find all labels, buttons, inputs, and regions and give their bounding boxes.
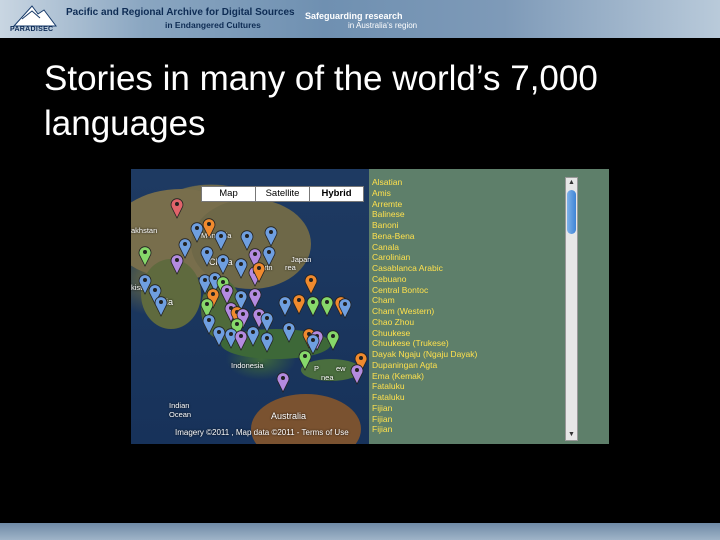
label-australia: Australia — [271, 411, 307, 421]
blue-map-marker-icon[interactable] — [246, 325, 260, 347]
language-list-item[interactable]: Balinese — [372, 209, 564, 220]
green-map-marker-icon[interactable] — [320, 295, 334, 317]
blue-map-marker-icon[interactable] — [338, 297, 352, 319]
language-list-item[interactable]: Dayak Ngaju (Ngaju Dayak) — [372, 349, 564, 360]
language-list-item[interactable]: Casablanca Arabic — [372, 263, 564, 274]
label-indonesia: Indonesia — [231, 361, 264, 370]
language-list[interactable]: Alsatian Amis Arremte Balinese Banoni Bena-Be… — [372, 177, 564, 441]
language-list-item[interactable]: Fataluku — [372, 381, 564, 392]
satellite-map[interactable]: Map Satellite Hybrid akhstan Mongolia Ch… — [131, 169, 369, 444]
green-map-marker-icon[interactable] — [298, 349, 312, 371]
language-list-item[interactable]: Ema (Kemak) — [372, 371, 564, 382]
map-attribution[interactable]: Imagery ©2011 , Map data ©2011 - Terms o… — [175, 428, 349, 437]
language-list-item[interactable]: Chuukese — [372, 328, 564, 339]
language-list-item[interactable]: Banoni — [372, 220, 564, 231]
orange-map-marker-icon[interactable] — [292, 293, 306, 315]
label-ew: ew — [336, 364, 346, 373]
language-list-item[interactable]: Dupaningan Agta — [372, 360, 564, 371]
label-rea: rea — [285, 263, 296, 272]
label-ocean: Ocean — [169, 410, 192, 419]
slide-title: Stories in many of the world’s 7,000 lan… — [44, 59, 598, 143]
green-map-marker-icon[interactable] — [326, 329, 340, 351]
map-type-hybrid[interactable]: Hybrid — [309, 186, 364, 202]
label-indian: Indian — [169, 401, 190, 410]
label-khstan: akhstan — [131, 226, 158, 235]
language-list-item[interactable]: Chao Zhou — [372, 317, 564, 328]
language-list-item[interactable]: Cebuano — [372, 274, 564, 285]
map-type-map[interactable]: Map — [201, 186, 256, 202]
org-name-line1: Pacific and Regional Archive for Digital… — [66, 7, 295, 18]
scroll-down-arrow-icon[interactable]: ▼ — [566, 430, 577, 440]
language-list-item[interactable]: Cham (Western) — [372, 306, 564, 317]
label-png: P — [314, 364, 320, 373]
blue-map-marker-icon[interactable] — [278, 295, 292, 317]
purple-map-marker-icon[interactable] — [350, 363, 364, 385]
orange-map-marker-icon[interactable] — [304, 273, 318, 295]
tagline-line2: in Australia's region — [348, 21, 418, 30]
purple-map-marker-icon[interactable] — [276, 371, 290, 393]
language-list-item[interactable]: Carolinian — [372, 252, 564, 263]
language-list-item[interactable]: Bena-Bena — [372, 231, 564, 242]
blue-map-marker-icon[interactable] — [260, 311, 274, 333]
blue-map-marker-icon[interactable] — [260, 331, 274, 353]
language-list-scrollbar[interactable]: ▲ ▼ — [565, 177, 578, 441]
scroll-up-arrow-icon[interactable]: ▲ — [566, 178, 577, 188]
purple-map-marker-icon[interactable] — [248, 287, 262, 309]
org-name-line2: in Endangered Cultures — [165, 20, 261, 30]
blue-map-marker-icon[interactable] — [264, 225, 278, 247]
green-map-marker-icon[interactable] — [306, 295, 320, 317]
blue-map-marker-icon[interactable] — [154, 295, 168, 317]
orange-map-marker-icon[interactable] — [252, 261, 266, 283]
language-list-item[interactable]: Cham — [372, 295, 564, 306]
blue-map-marker-icon[interactable] — [190, 221, 204, 243]
scroll-thumb[interactable] — [567, 190, 576, 234]
blue-map-marker-icon[interactable] — [234, 257, 248, 279]
blue-map-marker-icon[interactable] — [214, 229, 228, 251]
map-type-satellite[interactable]: Satellite — [255, 186, 310, 202]
language-list-item[interactable]: Alsatian — [372, 177, 564, 188]
label-nea: nea — [321, 373, 334, 382]
tagline-line1: Safeguarding research — [305, 11, 403, 21]
language-list-item[interactable]: Amis — [372, 188, 564, 199]
blue-map-marker-icon[interactable] — [200, 245, 214, 267]
language-list-item[interactable]: Chuukese (Trukese) — [372, 338, 564, 349]
language-list-item[interactable]: Fijian — [372, 403, 564, 414]
purple-map-marker-icon[interactable] — [170, 253, 184, 275]
map-widget: Map Satellite Hybrid akhstan Mongolia Ch… — [131, 169, 609, 444]
language-list-item[interactable]: Canala — [372, 242, 564, 253]
language-list-item[interactable]: Fataluku — [372, 392, 564, 403]
language-list-item[interactable]: Fijian — [372, 424, 564, 435]
header-banner: PARADISEC Pacific and Regional Archive f… — [0, 0, 720, 38]
language-list-item[interactable]: Fijian — [372, 414, 564, 425]
green-map-marker-icon[interactable] — [138, 245, 152, 267]
footer-strip — [0, 523, 720, 540]
language-list-item[interactable]: Central Bontoc — [372, 285, 564, 296]
language-list-item[interactable]: Arremte — [372, 199, 564, 210]
logo-text: PARADISEC — [10, 26, 54, 33]
blue-map-marker-icon[interactable] — [282, 321, 296, 343]
red-map-marker-icon[interactable] — [170, 197, 184, 219]
